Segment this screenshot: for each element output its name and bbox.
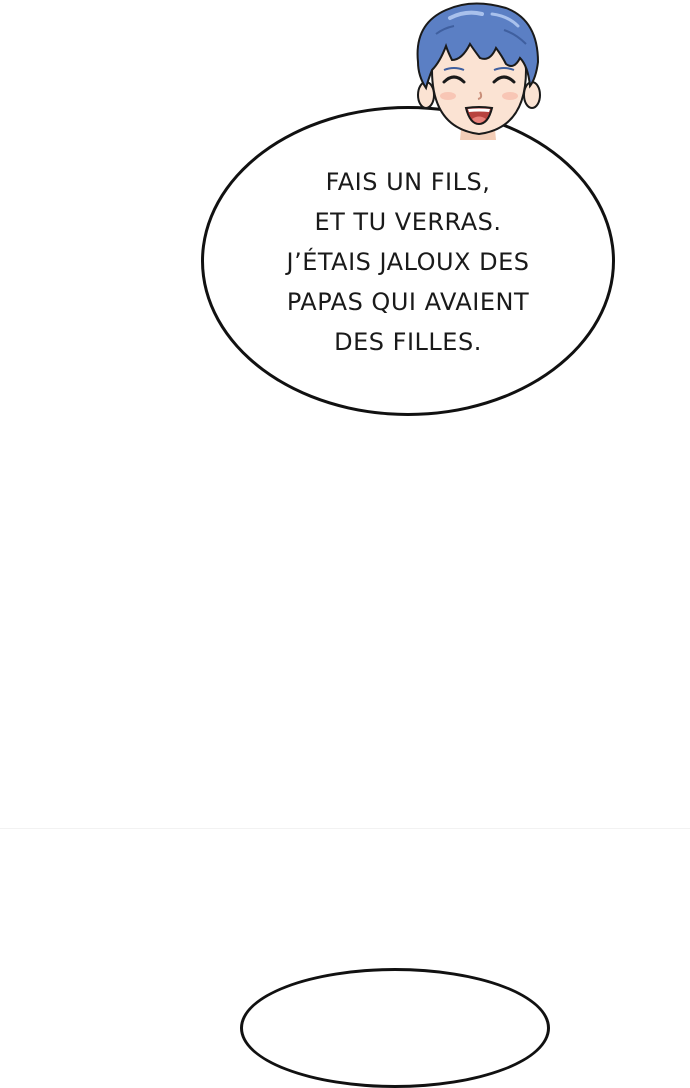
- character-right-ear: [523, 81, 541, 109]
- character-left-blush: [440, 92, 456, 100]
- character-portrait: [416, 2, 541, 140]
- speech-bubble-text: FAIS UN FILS, ET TU VERRAS. J’ÉTAIS JALO…: [205, 162, 611, 362]
- speech-line: DES FILLES.: [334, 328, 482, 356]
- speech-line: FAIS UN FILS,: [325, 168, 491, 196]
- speech-line: ET TU VERRAS.: [314, 208, 502, 236]
- character-teeth: [468, 108, 490, 112]
- speech-line: PAPAS QUI AVAIENT: [286, 288, 530, 316]
- character-right-blush: [502, 92, 518, 100]
- comic-panel-top: FAIS UN FILS, ET TU VERRAS. J’ÉTAIS JALO…: [0, 0, 690, 828]
- speech-line: J’ÉTAIS JALOUX DES: [286, 248, 530, 276]
- speech-bubble-partial: [240, 968, 550, 1088]
